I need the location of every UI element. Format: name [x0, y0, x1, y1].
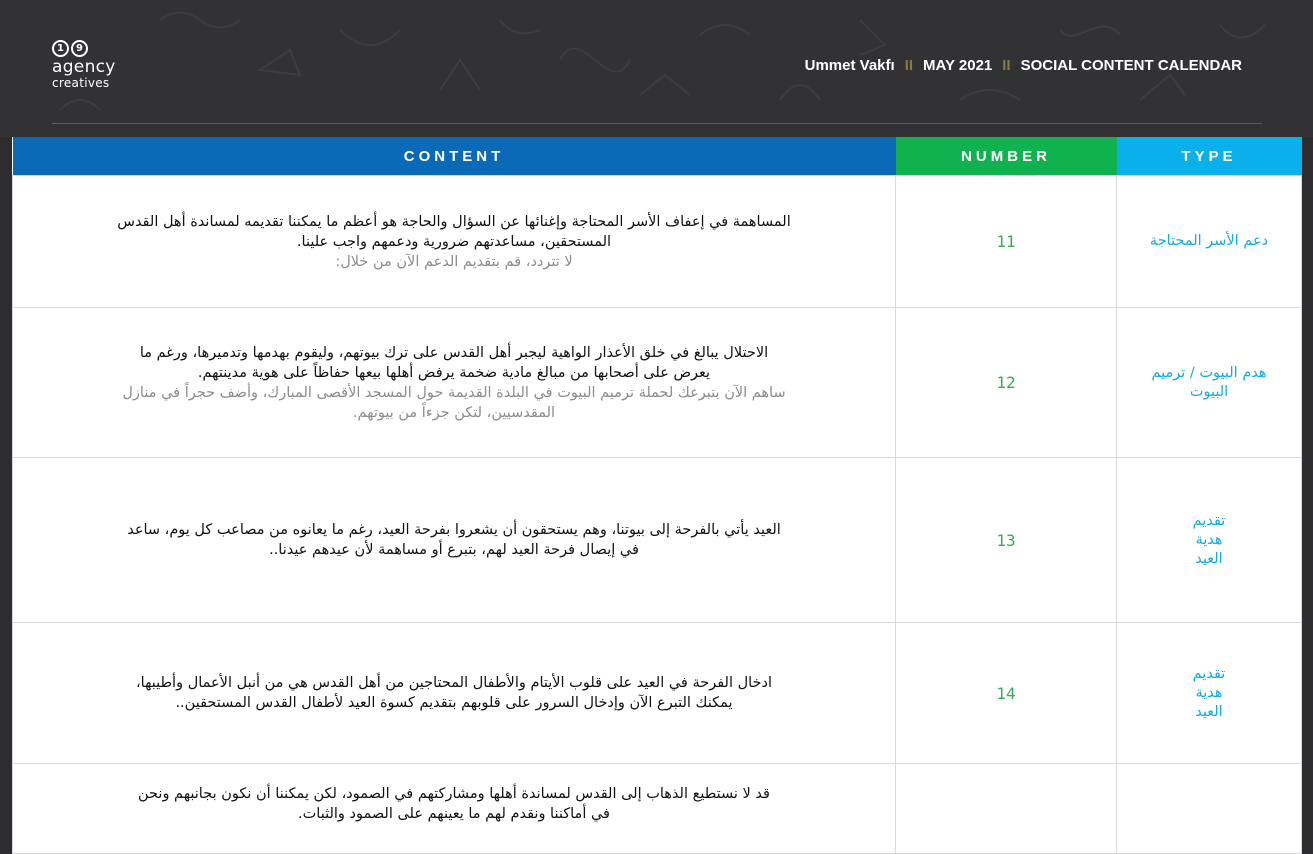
table-header-row: CONTENT NUMBER TYPE — [12, 137, 1302, 176]
content-cell: الاحتلال يبالغ في خلق الأعذار الواهية لي… — [12, 307, 896, 458]
type-line: هدية — [1195, 531, 1223, 548]
table-row: المساهمة في إعفاف الأسر المحتاجة وإغنائه… — [12, 175, 1302, 308]
content-line: في أماكننا ونقدم لهم ما يعينهم على الصمو… — [298, 806, 610, 822]
column-header-type: TYPE — [1116, 137, 1302, 176]
calendar-title: SOCIAL CONTENT CALENDAR — [1020, 57, 1242, 74]
number-cell: 14 — [895, 622, 1117, 764]
content-cell: قد لا نستطيع الذهاب إلى القدس لمساندة أه… — [12, 763, 896, 854]
content-calendar-table: CONTENT NUMBER TYPE المساهمة في إعفاف ال… — [12, 137, 1302, 854]
column-header-content: CONTENT — [12, 137, 896, 176]
content-line: المستحقين، مساعدتهم ضرورية ودعمهم واجب ع… — [296, 233, 612, 250]
content-subline: المقدسيين، لتكن جزءاً من بيوتهم. — [352, 404, 556, 421]
content-line: العيد يأتي بالفرحة إلى بيوتنا، وهم يستحق… — [127, 522, 781, 538]
type-cell: هدم البيوت / ترميم البيوت — [1116, 307, 1302, 458]
type-cell — [1116, 763, 1302, 854]
document-title-bar: Ummet Vakfı II MAY 2021 II SOCIAL CONTEN… — [805, 57, 1242, 74]
number-cell: 11 — [895, 175, 1117, 308]
logo-word-creatives: creatives — [52, 76, 110, 90]
number-cell: 12 — [895, 307, 1117, 458]
title-separator: II — [904, 57, 914, 74]
number-cell — [895, 763, 1117, 854]
content-subline: ساهم الآن بتبرعك لحملة ترميم البيوت في ا… — [122, 384, 786, 401]
table-row: قد لا نستطيع الذهاب إلى القدس لمساندة أه… — [12, 763, 1302, 854]
content-line: يمكنك التبرع الآن وإدخال السرور على قلوب… — [175, 695, 733, 711]
type-line: تقديم — [1192, 512, 1226, 529]
type-line: دعم الأسر المحتاجة — [1149, 233, 1269, 249]
table-row: العيد يأتي بالفرحة إلى بيوتنا، وهم يستحق… — [12, 457, 1302, 623]
logo-digit-2: 9 — [71, 40, 88, 57]
logo-word-agency: agency — [52, 57, 116, 77]
client-name: Ummet Vakfı — [804, 57, 895, 74]
logo-digit-1: 1 — [52, 40, 69, 57]
table-row: ادخال الفرحة في العيد على قلوب الأيتام و… — [12, 622, 1302, 764]
content-line: ادخال الفرحة في العيد على قلوب الأيتام و… — [135, 675, 773, 691]
column-header-number: NUMBER — [895, 137, 1117, 176]
content-line: قد لا نستطيع الذهاب إلى القدس لمساندة أه… — [138, 786, 770, 802]
content-line: في إيصال فرحة العيد لهم، بتبرع أو مساهمة… — [269, 542, 639, 558]
content-subline: لا تتردد، قم بتقديم الدعم الآن من خلال: — [335, 253, 573, 270]
type-line: البيوت — [1189, 383, 1229, 400]
type-cell: تقديم هدية العيد — [1116, 622, 1302, 764]
number-cell: 13 — [895, 457, 1117, 623]
table-row: الاحتلال يبالغ في خلق الأعذار الواهية لي… — [12, 307, 1302, 458]
type-cell: دعم الأسر المحتاجة — [1116, 175, 1302, 308]
type-line: هدم البيوت / ترميم — [1151, 364, 1267, 381]
content-line: المساهمة في إعفاف الأسر المحتاجة وإغنائه… — [117, 213, 791, 230]
header: 1 9 agency creatives Ummet Vakfı II MAY … — [0, 0, 1313, 137]
content-cell: ادخال الفرحة في العيد على قلوب الأيتام و… — [12, 622, 896, 764]
content-cell: العيد يأتي بالفرحة إلى بيوتنا، وهم يستحق… — [12, 457, 896, 623]
content-cell: المساهمة في إعفاف الأسر المحتاجة وإغنائه… — [12, 175, 896, 308]
header-divider — [52, 123, 1262, 124]
type-cell: تقديم هدية العيد — [1116, 457, 1302, 623]
content-line: يعرض على أصحابها من مبالغ مادية ضخمة يرف… — [197, 364, 711, 381]
title-separator: II — [1002, 57, 1011, 74]
agency-logo: 1 9 agency creatives — [52, 40, 116, 90]
type-line: العيد — [1195, 703, 1223, 720]
type-line: هدية — [1195, 684, 1223, 701]
content-line: الاحتلال يبالغ في خلق الأعذار الواهية لي… — [139, 344, 769, 361]
type-line: العيد — [1195, 550, 1223, 567]
type-line: تقديم — [1192, 665, 1226, 682]
calendar-month: MAY 2021 — [923, 57, 993, 74]
